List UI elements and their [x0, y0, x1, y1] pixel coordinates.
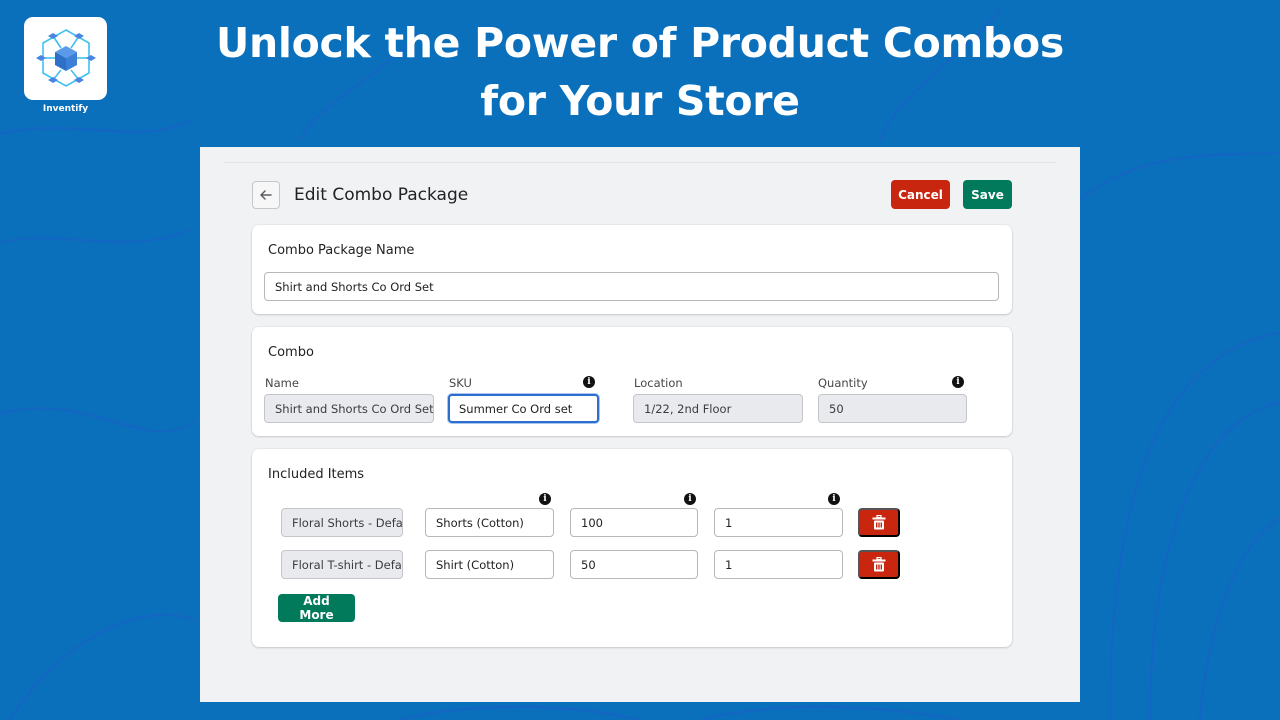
- trash-icon: [872, 557, 886, 572]
- combo-quantity-input: 50: [818, 394, 967, 423]
- back-button[interactable]: [252, 180, 280, 209]
- package-name-input[interactable]: Shirt and Shorts Co Ord Set: [264, 272, 999, 301]
- combo-location-label: Location: [634, 376, 683, 390]
- item-description-input[interactable]: Shorts (Cotton): [425, 508, 554, 537]
- trash-icon: [872, 515, 886, 530]
- item-description-input[interactable]: Shirt (Cotton): [425, 550, 554, 579]
- description-info-icon[interactable]: [539, 493, 551, 505]
- delete-item-button[interactable]: [858, 508, 900, 537]
- combo-quantity-label: Quantity: [818, 376, 868, 390]
- package-name-title: Combo Package Name: [268, 243, 415, 258]
- page-header: Edit Combo Package Cancel Save: [252, 180, 1012, 209]
- included-items-title: Included Items: [268, 467, 365, 482]
- save-button[interactable]: Save: [963, 180, 1012, 209]
- quantity-info-icon[interactable]: [952, 376, 964, 388]
- delete-item-button[interactable]: [858, 550, 900, 579]
- combo-sku-label: SKU: [449, 376, 472, 390]
- combo-name-input: Shirt and Shorts Co Ord Set - Default: [264, 394, 434, 423]
- item-qty-input[interactable]: 1: [714, 508, 843, 537]
- brand-logo: Inventify: [24, 17, 107, 114]
- cancel-button[interactable]: Cancel: [891, 180, 950, 209]
- item-product-input: Floral T-shirt - Default: [281, 550, 403, 579]
- arrow-left-icon: [260, 189, 272, 200]
- logo-tile: [24, 17, 107, 100]
- item-stock-input[interactable]: 100: [570, 508, 698, 537]
- combo-location-input: 1/22, 2nd Floor: [633, 394, 803, 423]
- combo-sku-input[interactable]: Summer Co Ord set: [448, 394, 599, 423]
- item-stock-input[interactable]: 50: [570, 550, 698, 579]
- app-screenshot-frame: Edit Combo Package Cancel Save Combo Pac…: [200, 147, 1080, 702]
- item-qty-input[interactable]: 1: [714, 550, 843, 579]
- item-product-input: Floral Shorts - Default: [281, 508, 403, 537]
- hero-heading: Unlock the Power of Product Combos for Y…: [200, 14, 1080, 130]
- hero-heading-line-1: Unlock the Power of Product Combos: [216, 19, 1064, 67]
- included-items-card: Included Items Floral Shorts - Default S…: [252, 449, 1012, 647]
- brand-name: Inventify: [42, 104, 89, 114]
- stock-info-icon[interactable]: [684, 493, 696, 505]
- page-title: Edit Combo Package: [294, 184, 469, 205]
- cube-network-icon: [35, 28, 96, 87]
- package-name-card: Combo Package Name Shirt and Shorts Co O…: [252, 225, 1012, 314]
- top-divider: [224, 162, 1056, 163]
- qty-info-icon[interactable]: [828, 493, 840, 505]
- add-more-button[interactable]: Add More: [278, 594, 355, 622]
- sku-info-icon[interactable]: [583, 376, 595, 388]
- header-actions: Cancel Save: [891, 180, 1012, 209]
- combo-name-label: Name: [265, 376, 299, 390]
- combo-card: Combo Name Shirt and Shorts Co Ord Set -…: [252, 327, 1012, 436]
- combo-title: Combo: [268, 345, 314, 360]
- hero-heading-line-2: for Your Store: [480, 77, 800, 125]
